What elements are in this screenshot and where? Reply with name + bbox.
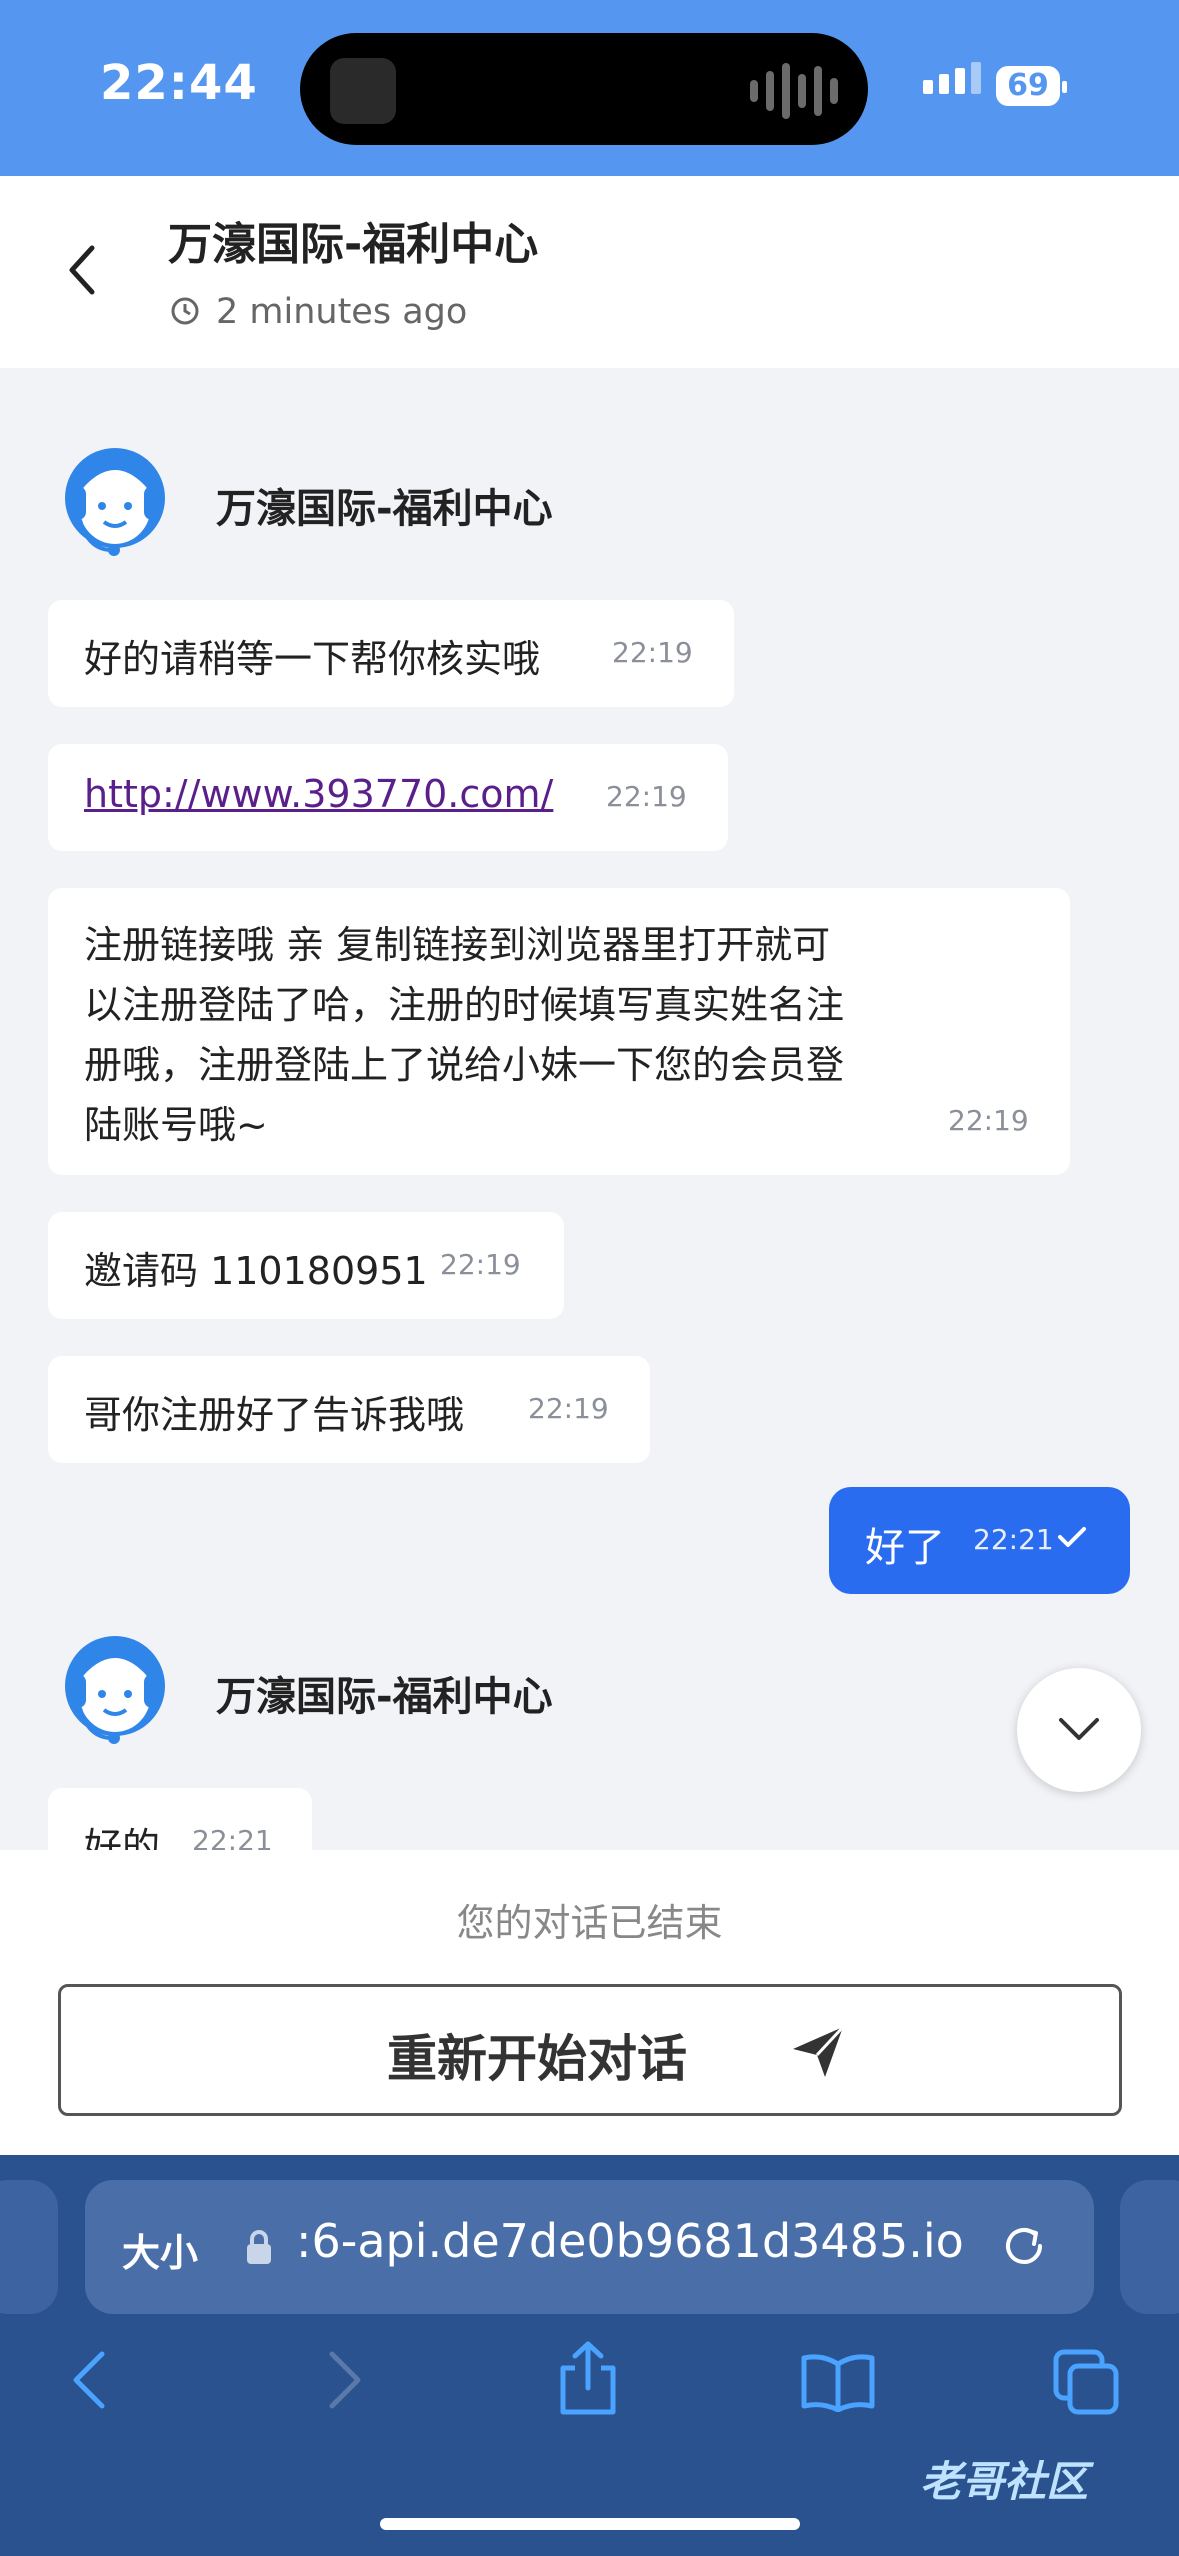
message-text-line: 陆账号哦~ <box>84 1103 268 1147</box>
last-seen-text: 2 minutes ago <box>216 292 468 332</box>
message-text-line: 以注册登陆了哈，注册的时候填写真实姓名注 <box>84 983 845 1027</box>
message-bubble: 注册链接哦 亲 复制链接到浏览器里打开就可 以注册登陆了哈，注册的时候填写真实姓… <box>48 888 1070 1175</box>
now-playing-artwork <box>330 58 396 124</box>
conversation-ended-text: 您的对话已结束 <box>456 1901 723 1945</box>
message-bubble: 好的请稍等一下帮你核实哦 22:19 <box>48 600 734 707</box>
message-time: 22:19 <box>606 780 687 813</box>
message-text: 好的请稍等一下帮你核实哦 <box>84 637 541 681</box>
bookmarks-icon[interactable] <box>800 2352 876 2412</box>
message-bubble: http://www.393770.com/ 22:19 <box>48 744 728 851</box>
chevron-down-icon <box>1059 1718 1099 1740</box>
back-arrow-icon[interactable] <box>62 240 102 300</box>
audio-wave-icon <box>750 63 838 119</box>
message-time: 22:21 <box>973 1523 1054 1556</box>
message-bubble: 哥你注册好了告诉我哦 22:19 <box>48 1356 650 1463</box>
agent-name: 万濠国际-福利中心 <box>216 486 553 532</box>
chat-title: 万濠国际-福利中心 <box>168 219 539 270</box>
message-text: 好了 <box>865 1525 945 1571</box>
message-text: 邀请码 110180951 <box>84 1249 428 1293</box>
message-text-line: 注册链接哦 亲 复制链接到浏览器里打开就可 <box>84 923 831 967</box>
my-message-bubble: 好了 22:21 <box>829 1487 1130 1594</box>
clock-icon <box>171 297 199 325</box>
agent-avatar-icon <box>65 1636 165 1744</box>
read-check-icon <box>1058 1527 1086 1547</box>
send-plane-icon <box>793 2025 845 2077</box>
dynamic-island <box>300 33 868 145</box>
next-tab-peek[interactable] <box>1120 2180 1179 2314</box>
browser-back-icon[interactable] <box>66 2348 116 2412</box>
reload-icon[interactable] <box>1000 2220 1050 2272</box>
agent-avatar-icon <box>65 448 165 556</box>
browser-forward-icon[interactable] <box>318 2348 368 2412</box>
cellular-signal-icon <box>923 62 981 94</box>
status-time: 22:44 <box>100 55 258 111</box>
home-indicator[interactable] <box>380 2518 800 2530</box>
message-time: 22:19 <box>440 1248 521 1281</box>
message-bubble: 邀请码 110180951 22:19 <box>48 1212 564 1319</box>
page-settings-button[interactable]: 大小 <box>122 2222 198 2277</box>
url-text[interactable]: :6-api.de7de0b9681d3485.io <box>296 2214 964 2268</box>
scroll-to-bottom-button[interactable] <box>1017 1668 1141 1792</box>
message-time: 22:19 <box>612 636 693 669</box>
message-time: 22:19 <box>948 1104 1029 1137</box>
message-time: 22:19 <box>528 1392 609 1425</box>
share-icon[interactable] <box>555 2340 621 2416</box>
restart-button-label: 重新开始对话 <box>387 2030 687 2088</box>
agent-name: 万濠国际-福利中心 <box>216 1674 553 1720</box>
watermark-logo: 老哥社区 <box>920 2457 1089 2506</box>
message-text: 哥你注册好了告诉我哦 <box>84 1393 465 1437</box>
message-text-line: 册哦，注册登陆上了说给小妹一下您的会员登 <box>84 1043 845 1087</box>
message-link[interactable]: http://www.393770.com/ <box>84 772 553 816</box>
restart-conversation-button[interactable]: 重新开始对话 <box>58 1984 1122 2116</box>
previous-tab-peek[interactable] <box>0 2180 58 2314</box>
battery-indicator: 69 <box>996 66 1067 106</box>
tabs-icon[interactable] <box>1052 2348 1122 2416</box>
chat-header <box>0 176 1179 368</box>
lock-icon <box>247 2230 271 2264</box>
